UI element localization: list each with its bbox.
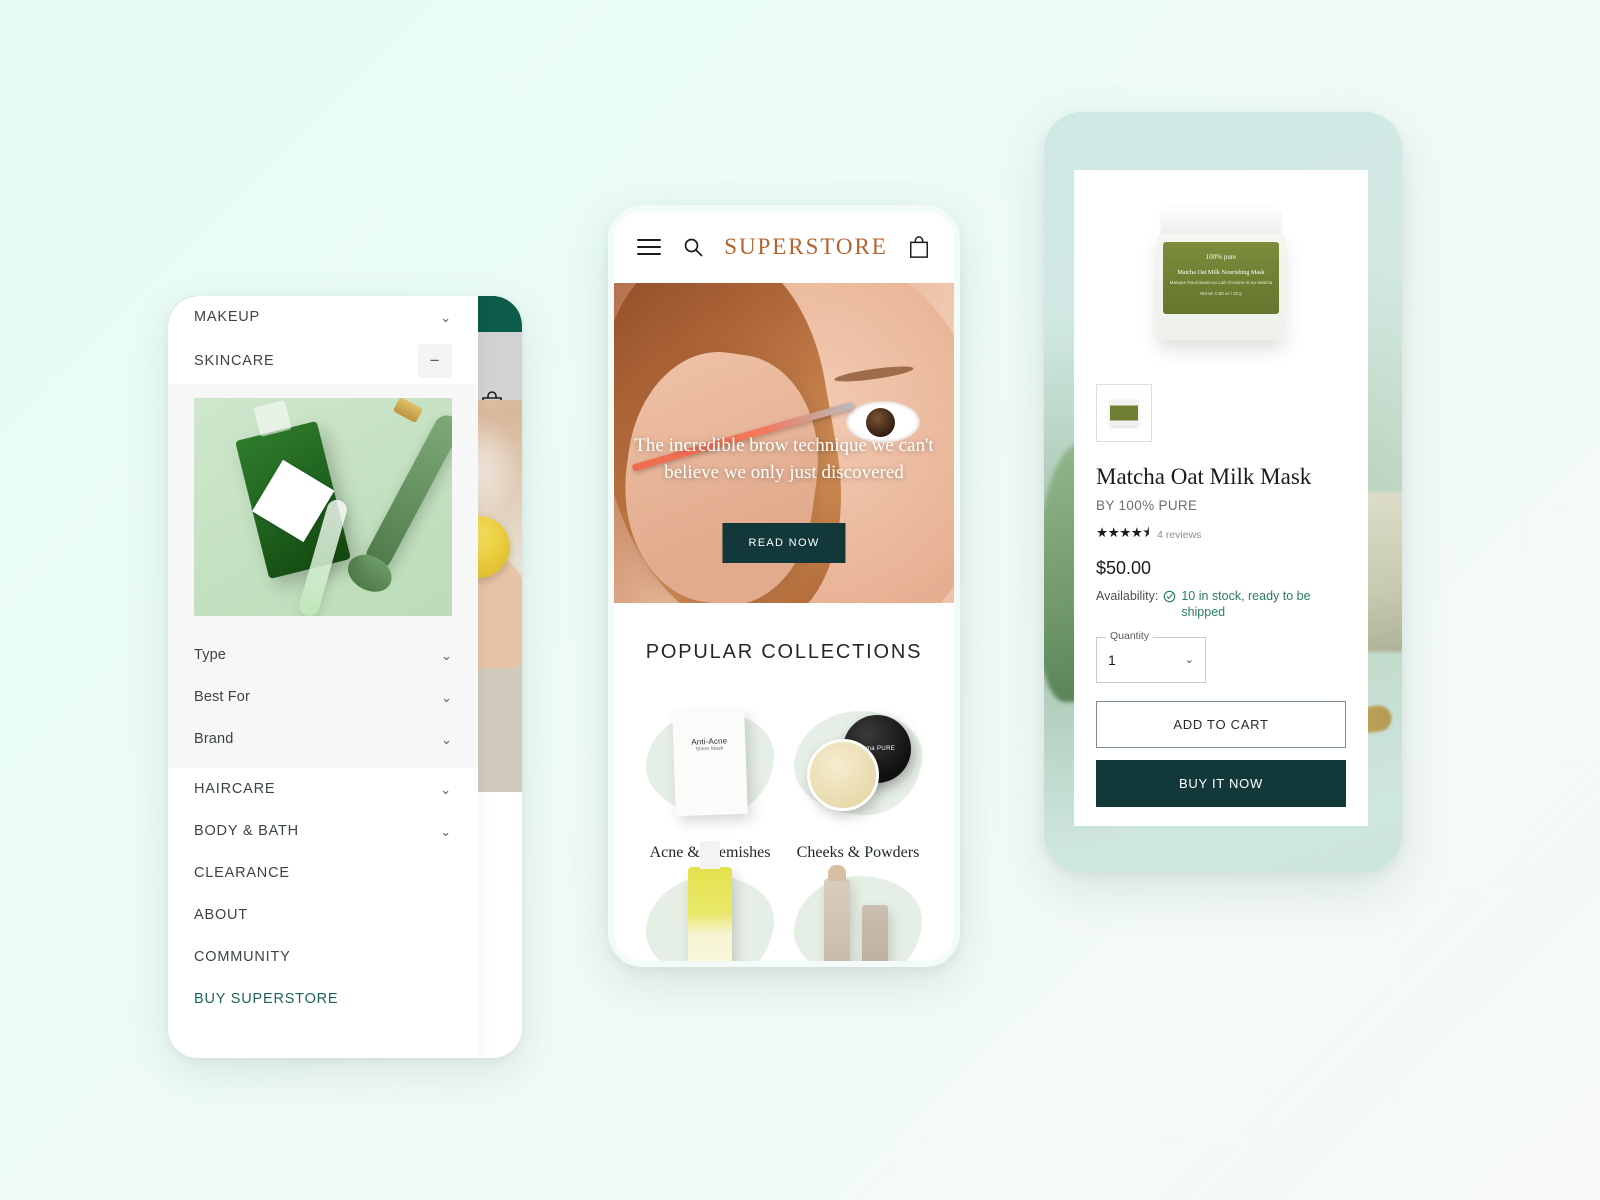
chevron-down-icon: ⌄ [440, 823, 452, 839]
drawer-item-label: ABOUT [194, 907, 248, 923]
drawer-item-skincare[interactable]: SKINCARE − [168, 338, 478, 384]
collection-image [784, 865, 932, 961]
drawer-item-haircare[interactable]: HAIRCARE ⌄ [168, 768, 478, 810]
drawer-item-makeup[interactable]: MAKEUP ⌄ [168, 296, 478, 338]
product-jar: 100% pure Matcha Oat Milk Nourishing Mas… [1155, 206, 1287, 342]
product-brand: BY 100% PURE [1096, 498, 1198, 514]
mobile-site-header: SUPERSTORE [614, 211, 954, 283]
collection-caption: Cheeks & Powders [796, 844, 920, 861]
collection-image: alima PURE [784, 688, 932, 838]
loose-powder-decor: alima PURE [803, 715, 913, 811]
navigation-drawer: MAKEUP ⌄ SKINCARE − Type ⌄ Best For ⌄ Br… [168, 296, 478, 1058]
star-rating-icon: ★★★★⯨ [1096, 525, 1150, 541]
chevron-down-icon: ⌄ [440, 731, 452, 747]
center-phone-mockup: SUPERSTORE The incredible brow technique… [608, 205, 960, 967]
collection-card-next-2[interactable] [784, 865, 932, 961]
right-phone-mockup: 100% pure Matcha Oat Milk Nourishing Mas… [1044, 112, 1402, 872]
drawer-item-buy-superstore[interactable]: BUY SUPERSTORE [168, 978, 478, 1020]
check-circle-icon [1163, 590, 1176, 606]
product-thumbnail[interactable] [1096, 384, 1152, 442]
sheet-mask-sachet-decor: Anti-Acne Sheet Mask [672, 709, 748, 817]
site-logo[interactable]: SUPERSTORE [708, 234, 904, 260]
thumbnail-image [1110, 400, 1138, 426]
makeup-sticks-decor [808, 865, 908, 961]
jar-lid-decor [1161, 206, 1281, 236]
drawer-item-label: BODY & BATH [194, 823, 299, 839]
drawer-item-community[interactable]: COMMUNITY [168, 936, 478, 978]
jar-glass-decor: 100% pure Matcha Oat Milk Nourishing Mas… [1157, 234, 1285, 340]
popular-collections-title: POPULAR COLLECTIONS [645, 641, 923, 663]
jade-roller-decor [361, 410, 452, 573]
minus-icon[interactable]: − [418, 344, 452, 378]
collections-grid: Anti-Acne Sheet Mask Acne & Blemishes al… [614, 664, 954, 961]
drawer-promo-image[interactable] [194, 398, 452, 616]
drawer-item-type[interactable]: Type ⌄ [168, 634, 478, 676]
drawer-item-about[interactable]: ABOUT [168, 894, 478, 936]
quantity-label: Quantity [1106, 629, 1154, 642]
availability-label: Availability: [1096, 589, 1159, 604]
serum-bottle-decor [688, 841, 732, 961]
collection-card-acne[interactable]: Anti-Acne Sheet Mask Acne & Blemishes [636, 688, 784, 862]
drawer-item-label: Best For [194, 689, 250, 705]
chevron-down-icon: ⌄ [1184, 654, 1194, 667]
jar-label-name: Matcha Oat Milk Nourishing Mask [1177, 268, 1265, 276]
left-phone-mockup: CIOU is 100 le ne s ts so ral out ent. M… [168, 296, 522, 1058]
add-to-cart-button[interactable]: ADD TO CART [1096, 700, 1346, 748]
collection-card-next-1[interactable] [636, 841, 784, 961]
jar-label: 100% pure Matcha Oat Milk Nourishing Mas… [1163, 242, 1279, 314]
product-title: Matcha Oat Milk Mask [1096, 464, 1312, 489]
quantity-select[interactable]: Quantity 1 ⌄ [1096, 629, 1206, 683]
skincare-submenu: Type ⌄ Best For ⌄ Brand ⌄ [168, 384, 478, 768]
drawer-item-label: MAKEUP [194, 309, 261, 325]
collection-image [636, 841, 784, 961]
chevron-down-icon: ⌄ [440, 689, 452, 705]
product-detail-card: 100% pure Matcha Oat Milk Nourishing Mas… [1074, 170, 1368, 826]
shopping-bag-icon[interactable] [904, 235, 934, 259]
product-price: $50.00 [1096, 558, 1152, 579]
collection-card-cheeks[interactable]: alima PURE Cheeks & Powders [784, 688, 932, 862]
product-rating[interactable]: ★★★★⯨ 4 reviews [1096, 523, 1346, 546]
chevron-down-icon: ⌄ [440, 647, 452, 663]
drawer-item-label: BUY SUPERSTORE [194, 991, 339, 1007]
chevron-down-icon: ⌄ [440, 781, 452, 797]
hero-banner[interactable]: The incredible brow technique we can't b… [614, 283, 954, 603]
drawer-item-clearance[interactable]: CLEARANCE [168, 852, 478, 894]
quantity-value: 1 [1108, 651, 1116, 668]
hamburger-menu-icon[interactable] [634, 234, 664, 260]
jar-label-brand: 100% pure [1205, 253, 1237, 261]
drawer-item-label: SKINCARE [194, 353, 275, 369]
chevron-down-icon: ⌄ [440, 309, 452, 325]
product-info: Matcha Oat Milk Mask BY 100% PURE ★★★★⯨ … [1074, 442, 1368, 807]
buy-it-now-button[interactable]: BUY IT NOW [1096, 759, 1346, 807]
drawer-item-label: Brand [194, 731, 234, 747]
sachet-product-sub: Sheet Mask [695, 745, 724, 753]
collection-image: Anti-Acne Sheet Mask [636, 688, 784, 838]
roller-gold-band-decor [392, 398, 424, 424]
powder-pot-decor [807, 739, 879, 811]
jar-label-size: Net wt. 0.80 oz / 22 g [1200, 290, 1242, 296]
jar-label-french: Masque Nourrissant au Lait d'Avoine et a… [1169, 279, 1273, 285]
read-now-button[interactable]: READ NOW [722, 523, 846, 563]
drawer-item-label: HAIRCARE [194, 781, 276, 797]
hero-headline: The incredible brow technique we can't b… [634, 435, 934, 483]
drawer-item-label: Type [194, 647, 227, 663]
drawer-item-label: CLEARANCE [194, 865, 290, 881]
drawer-item-best-for[interactable]: Best For ⌄ [168, 676, 478, 718]
drawer-item-body-bath[interactable]: BODY & BATH ⌄ [168, 810, 478, 852]
review-count[interactable]: 4 reviews [1157, 529, 1201, 541]
availability-row: Availability: 10 in stock, ready to be s… [1096, 589, 1346, 620]
drawer-item-label: COMMUNITY [194, 949, 291, 965]
product-main-image[interactable]: 100% pure Matcha Oat Milk Nourishing Mas… [1074, 170, 1368, 378]
drawer-item-brand[interactable]: Brand ⌄ [168, 718, 478, 760]
search-icon[interactable] [678, 237, 708, 257]
availability-value: 10 in stock, ready to be shipped [1181, 589, 1311, 620]
